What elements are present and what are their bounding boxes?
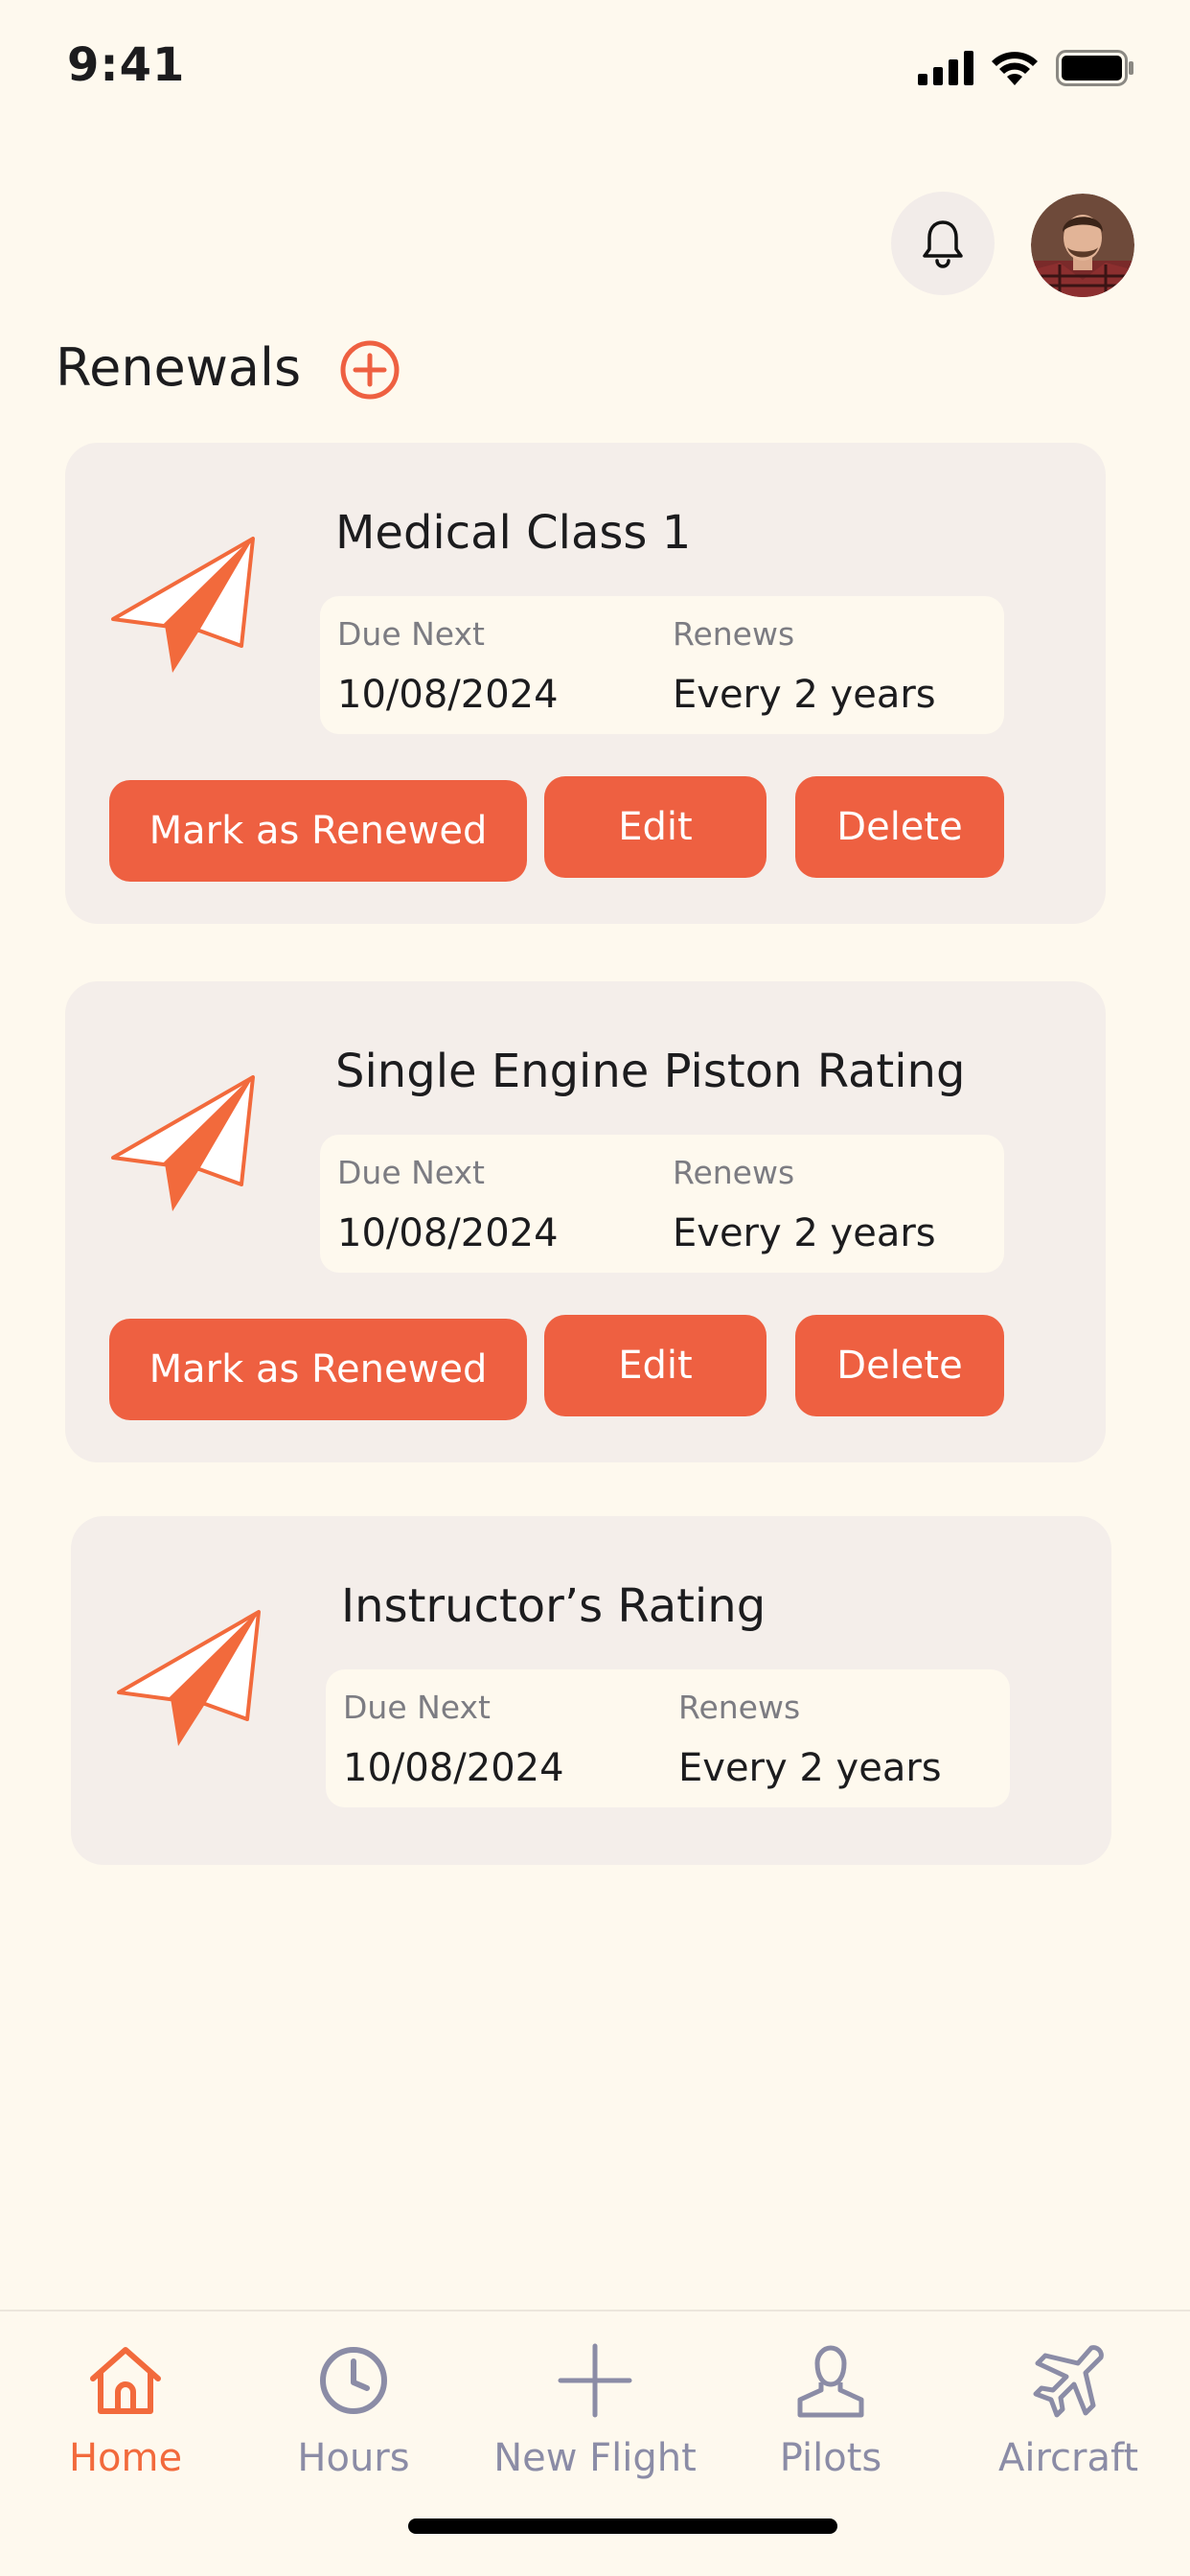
renewal-card: Instructor’s Rating Due Next 10/08/2024 … (71, 1516, 1111, 1865)
renews-value: Every 2 years (673, 673, 936, 717)
delete-button[interactable]: Delete (795, 1315, 1004, 1416)
renewal-card: Single Engine Piston Rating Due Next 10/… (65, 981, 1106, 1462)
edit-button[interactable]: Edit (544, 776, 767, 878)
renews-value: Every 2 years (673, 1211, 936, 1255)
renewals-screen: 9:41 Renewals Medical Class 1 Due Next 1… (0, 0, 1190, 2576)
renewal-details: Due Next 10/08/2024 Renews Every 2 years (326, 1669, 1010, 1807)
bell-icon (923, 220, 963, 268)
clock-icon (320, 2347, 387, 2414)
delete-button[interactable]: Delete (795, 776, 1004, 878)
tab-new-flight[interactable]: New Flight (485, 2338, 705, 2492)
battery-icon (1056, 50, 1133, 86)
tab-hours[interactable]: Hours (243, 2338, 464, 2492)
renewal-details: Due Next 10/08/2024 Renews Every 2 years (320, 1135, 1004, 1273)
tab-aircraft[interactable]: Aircraft (958, 2338, 1179, 2492)
mark-as-renewed-button[interactable]: Mark as Renewed (109, 1319, 527, 1420)
wifi-icon (992, 52, 1038, 85)
paper-plane-icon (117, 1610, 261, 1746)
tab-label: Aircraft (997, 2436, 1139, 2480)
tab-pilots[interactable]: Pilots (721, 2338, 941, 2492)
avatar[interactable] (1031, 194, 1134, 297)
due-next-label: Due Next (337, 615, 485, 653)
tab-bar: Home Hours New Flight Pilots Aircraft (0, 2310, 1190, 2576)
status-icons (918, 50, 1134, 86)
tab-label: Pilots (779, 2436, 882, 2480)
due-next-value: 10/08/2024 (337, 673, 559, 717)
renewal-card: Medical Class 1 Due Next 10/08/2024 Rene… (65, 443, 1106, 924)
airplane-icon (1033, 2345, 1104, 2418)
tab-home[interactable]: Home (15, 2338, 236, 2492)
edit-button[interactable]: Edit (544, 1315, 767, 1416)
notifications-button[interactable] (891, 192, 995, 295)
home-icon (90, 2347, 161, 2414)
renewal-title: Instructor’s Rating (341, 1579, 767, 1633)
person-icon (797, 2345, 864, 2418)
renewal-title: Single Engine Piston Rating (335, 1045, 966, 1098)
renews-label: Renews (678, 1689, 801, 1726)
paper-plane-icon (111, 537, 255, 673)
renews-label: Renews (673, 615, 795, 653)
cellular-signal-icon (918, 51, 973, 85)
plus-icon (558, 2343, 632, 2418)
renewal-details: Due Next 10/08/2024 Renews Every 2 years (320, 596, 1004, 734)
paper-plane-icon (111, 1075, 255, 1211)
tab-label: New Flight (493, 2436, 697, 2480)
due-next-label: Due Next (337, 1154, 485, 1191)
tab-label: Hours (297, 2436, 410, 2480)
renews-value: Every 2 years (678, 1746, 942, 1790)
renews-label: Renews (673, 1154, 795, 1191)
tab-label: Home (68, 2436, 183, 2480)
due-next-value: 10/08/2024 (337, 1211, 559, 1255)
renewal-title: Medical Class 1 (335, 506, 692, 560)
user-avatar-icon (1031, 194, 1134, 297)
home-indicator (408, 2518, 837, 2534)
mark-as-renewed-button[interactable]: Mark as Renewed (109, 780, 527, 882)
page-title: Renewals (56, 337, 302, 398)
due-next-label: Due Next (343, 1689, 491, 1726)
plus-circle-icon[interactable] (339, 339, 400, 401)
status-time: 9:41 (67, 38, 186, 92)
due-next-value: 10/08/2024 (343, 1746, 564, 1790)
